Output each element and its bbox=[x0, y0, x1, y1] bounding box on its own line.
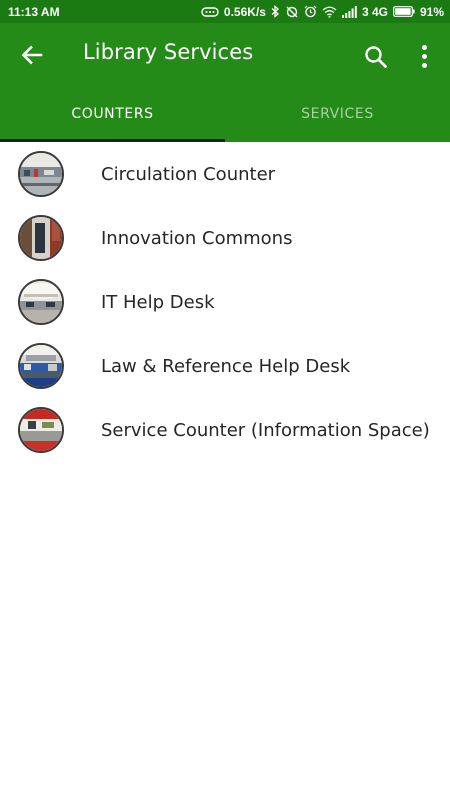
list-item-label: Law & Reference Help Desk bbox=[101, 355, 351, 377]
more-vert-icon bbox=[421, 44, 427, 50]
counter-photo-image bbox=[20, 217, 62, 259]
list-item-it-help-desk[interactable]: IT Help Desk bbox=[0, 270, 450, 334]
app-bar: Library Services bbox=[0, 23, 450, 86]
list-item-law-reference-help-desk[interactable]: Law & Reference Help Desk bbox=[0, 334, 450, 398]
list-item-innovation-commons[interactable]: Innovation Commons bbox=[0, 206, 450, 270]
avatar bbox=[18, 407, 64, 453]
wifi-icon bbox=[322, 6, 337, 18]
bluetooth-icon bbox=[271, 5, 279, 18]
list-item-label: Circulation Counter bbox=[101, 163, 276, 185]
signal-icon bbox=[341, 5, 357, 18]
back-button[interactable] bbox=[18, 41, 46, 69]
chat-bubble-icon bbox=[201, 6, 219, 17]
avatar bbox=[18, 279, 64, 325]
page-title: Library Services bbox=[83, 40, 254, 64]
status-icons: 0.56K/s 3 4G 91% bbox=[201, 5, 444, 19]
counter-photo-image bbox=[20, 153, 62, 195]
list-item-circulation-counter[interactable]: Circulation Counter bbox=[0, 142, 450, 206]
more-options-button[interactable] bbox=[414, 42, 434, 70]
sync-off-icon bbox=[286, 6, 298, 17]
avatar bbox=[18, 215, 64, 261]
avatar bbox=[18, 151, 64, 197]
list-item-label: Innovation Commons bbox=[101, 227, 293, 249]
tab-services[interactable]: SERVICES bbox=[225, 86, 450, 142]
network-type: 3 4G bbox=[361, 4, 388, 19]
search-button[interactable] bbox=[362, 43, 390, 71]
battery-icon bbox=[393, 6, 415, 17]
avatar bbox=[18, 343, 64, 389]
counters-list: Circulation Counter Innovation Commons I… bbox=[0, 142, 450, 462]
network-speed: 0.56K/s bbox=[223, 4, 266, 19]
alarm-icon bbox=[304, 5, 317, 18]
list-item-service-counter[interactable]: Service Counter (Information Space) bbox=[0, 398, 450, 462]
status-time: 11:13 AM bbox=[8, 4, 60, 19]
battery-percent: 91% bbox=[419, 4, 444, 19]
list-item-label: Service Counter (Information Space) bbox=[101, 419, 430, 441]
counter-photo-image bbox=[20, 409, 62, 451]
tab-bar: COUNTERS SERVICES bbox=[0, 86, 450, 142]
arrow-back-icon bbox=[21, 45, 43, 65]
list-item-label: IT Help Desk bbox=[101, 291, 215, 313]
counter-photo-image bbox=[20, 345, 62, 387]
counter-photo-image bbox=[20, 281, 62, 323]
search-icon bbox=[365, 46, 387, 68]
tab-counters[interactable]: COUNTERS bbox=[0, 86, 225, 142]
status-bar: 11:13 AM 0.56K/s 3 4G 91% bbox=[0, 0, 450, 23]
